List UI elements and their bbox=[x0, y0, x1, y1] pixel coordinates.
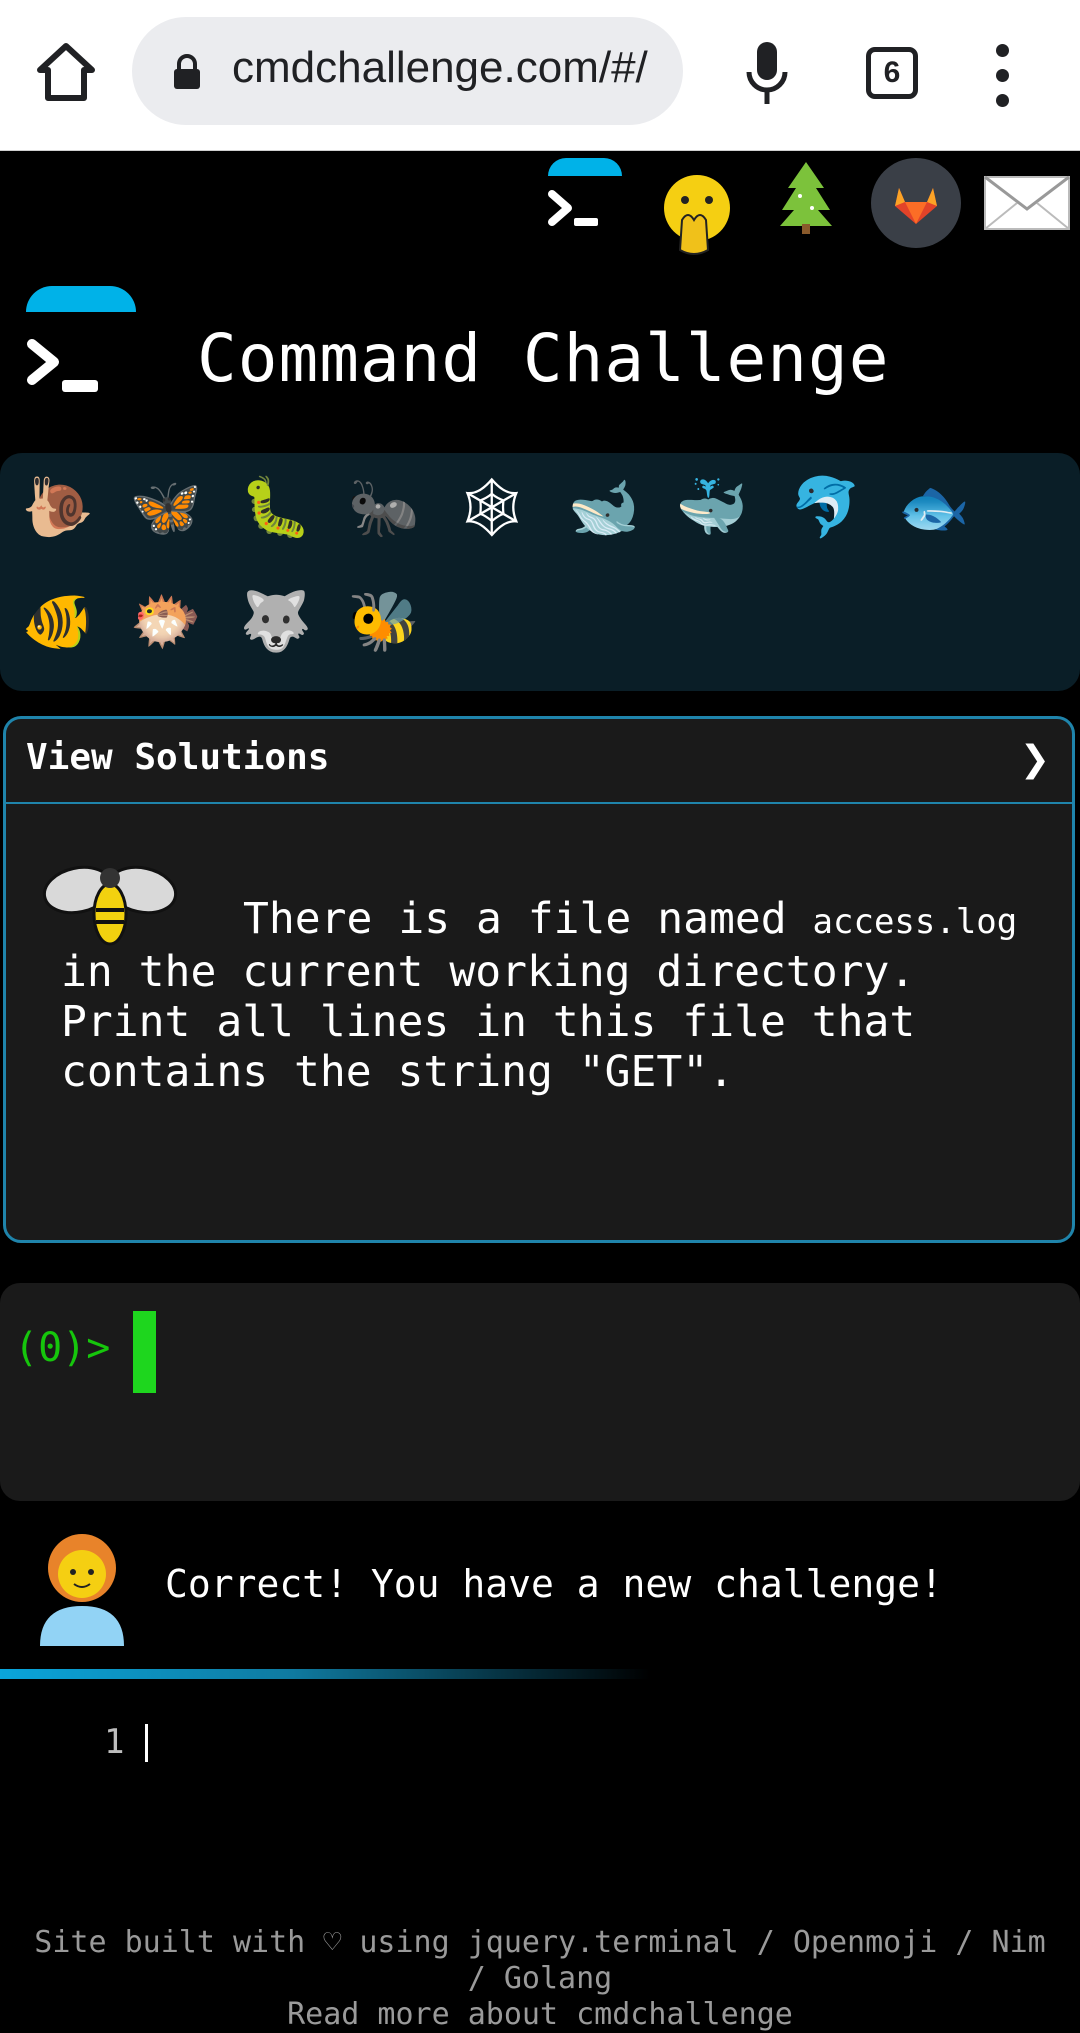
whale-icon[interactable]: 🐋 bbox=[564, 467, 644, 547]
header-logo-dome bbox=[26, 286, 136, 312]
ant-icon[interactable]: 🐜 bbox=[344, 467, 424, 547]
caterpillar-icon[interactable]: 🐛 bbox=[236, 467, 316, 547]
challenge-progress-panel: 🐌 🦋 🐛 🐜 🕸 🐋 🐳 🐬 🐟 🐠 🐡 🐺 🐝 bbox=[0, 453, 1080, 691]
progress-bar bbox=[0, 1669, 650, 1679]
christmas-tree-icon[interactable] bbox=[776, 160, 836, 234]
view-solutions-label: View Solutions bbox=[26, 737, 330, 778]
fish-icon[interactable]: 🐟 bbox=[894, 467, 974, 547]
blowfish-icon[interactable]: 🐡 bbox=[126, 581, 206, 661]
url-text[interactable]: cmdchallenge.com/#/ bbox=[232, 43, 672, 93]
more-vert-icon[interactable] bbox=[990, 44, 1014, 108]
footer-credits: Site built with ♡ using jquery.terminal … bbox=[34, 1925, 1046, 1996]
spouting-whale-icon[interactable]: 🐳 bbox=[672, 467, 752, 547]
challenge-card: View Solutions ❯ There is a file named a… bbox=[3, 716, 1075, 1243]
wolf-icon[interactable]: 🐺 bbox=[236, 581, 316, 661]
tropical-fish-icon[interactable]: 🐠 bbox=[18, 581, 98, 661]
butterfly-icon[interactable]: 🦋 bbox=[126, 467, 206, 547]
terminal-logo-icon[interactable] bbox=[548, 188, 602, 232]
view-solutions-toggle[interactable]: View Solutions ❯ bbox=[6, 719, 1072, 804]
microphone-icon[interactable] bbox=[741, 38, 793, 110]
browser-toolbar: cmdchallenge.com/#/ 6 bbox=[0, 0, 1080, 151]
terminal-cursor bbox=[133, 1311, 156, 1393]
footer-read-more-link[interactable]: Read more about cmdchallenge bbox=[30, 1997, 1050, 2033]
page-title: Command Challenge bbox=[197, 320, 890, 397]
challenge-description: There is a file named access.log in the … bbox=[61, 894, 1018, 1097]
home-icon[interactable] bbox=[36, 40, 96, 104]
gitlab-icon[interactable] bbox=[871, 158, 961, 248]
spider-web-icon[interactable]: 🕸 bbox=[452, 467, 532, 547]
tab-switcher-button[interactable]: 6 bbox=[866, 47, 918, 99]
person-curly-hair-icon bbox=[38, 1530, 126, 1646]
status-message: Correct! You have a new challenge! bbox=[165, 1562, 943, 1606]
filename-code: access.log bbox=[812, 902, 1018, 942]
footer: Site built with ♡ using jquery.terminal … bbox=[30, 1925, 1050, 2033]
bee-icon[interactable]: 🐝 bbox=[344, 581, 424, 661]
chevron-right-icon: ❯ bbox=[1019, 739, 1050, 780]
face-with-hand-over-mouth-icon[interactable] bbox=[660, 172, 734, 256]
editor-cursor[interactable] bbox=[145, 1724, 148, 1762]
snail-icon[interactable]: 🐌 bbox=[18, 467, 98, 547]
address-bar[interactable]: cmdchallenge.com/#/ bbox=[132, 17, 683, 125]
dolphin-icon[interactable]: 🐬 bbox=[786, 467, 866, 547]
terminal-prompt: (0)> bbox=[14, 1325, 111, 1371]
envelope-icon[interactable] bbox=[983, 175, 1071, 231]
lock-icon bbox=[172, 54, 202, 90]
editor-line-number: 1 bbox=[104, 1722, 125, 1762]
terminal[interactable]: (0)> bbox=[0, 1283, 1080, 1501]
header-terminal-icon bbox=[26, 336, 102, 396]
logo-dome bbox=[548, 158, 622, 176]
